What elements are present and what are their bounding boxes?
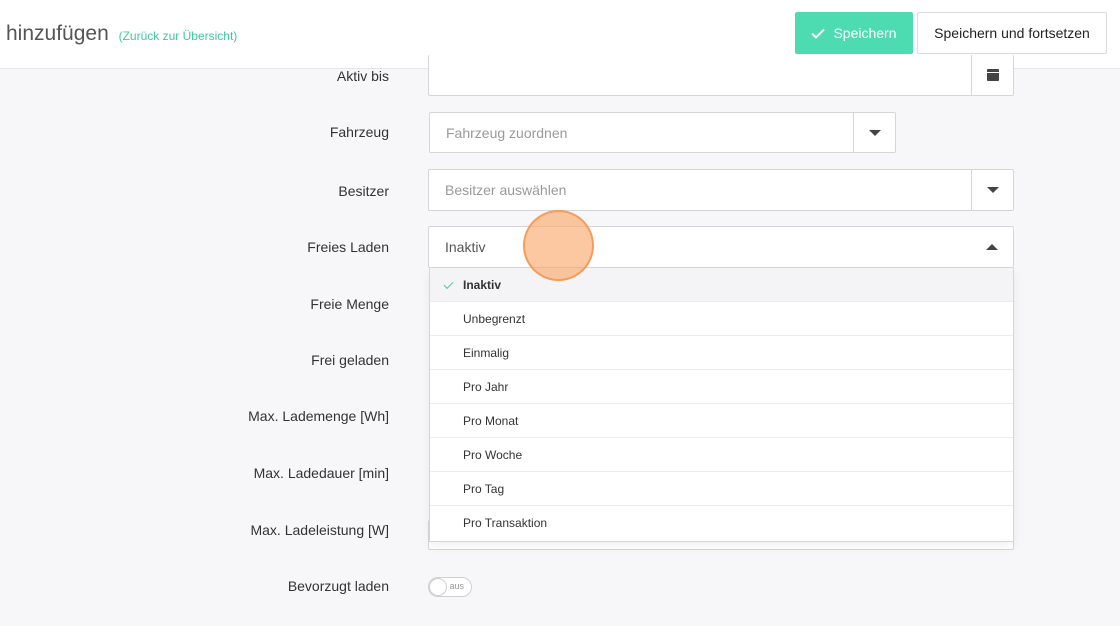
calendar-button[interactable] [971,55,1013,95]
bevorzugt-laden-label: Bevorzugt laden [287,578,389,594]
click-indicator [523,210,594,281]
option-pro-jahr[interactable]: Pro Jahr [430,370,1013,404]
aktiv-bis-input[interactable] [428,55,1014,96]
fahrzeug-dropdown-toggle[interactable] [853,113,895,152]
aktiv-bis-label: Aktiv bis [336,68,389,84]
page-title: hinzufügen (Zurück zur Übersicht) [6,22,237,46]
option-inaktiv[interactable]: Inaktiv [430,268,1013,302]
max-ladeleistung-label: Max. Ladeleistung [W] [250,522,389,538]
calendar-icon [986,69,999,81]
save-button[interactable]: Speichern [795,12,913,54]
check-icon [811,28,826,39]
chevron-up-icon [986,244,998,250]
freies-laden-value: Inaktiv [445,239,486,255]
freies-laden-options-menu: Inaktiv Unbegrenzt Einmalig Pro Jahr Pro… [429,268,1014,542]
frei-geladen-label: Frei geladen [311,352,389,368]
back-to-overview-link[interactable]: (Zurück zur Übersicht) [119,29,238,43]
fahrzeug-select[interactable]: Fahrzeug zuordnen [429,112,896,153]
max-lademenge-label: Max. Lademenge [Wh] [248,408,389,424]
fahrzeug-label: Fahrzeug [329,124,389,140]
save-and-continue-button[interactable]: Speichern und fortsetzen [917,12,1107,54]
besitzer-dropdown-toggle[interactable] [971,170,1013,210]
option-unbegrenzt[interactable]: Unbegrenzt [430,302,1013,336]
option-pro-woche[interactable]: Pro Woche [430,438,1013,472]
besitzer-label: Besitzer [338,183,389,199]
option-pro-transaktion[interactable]: Pro Transaktion [430,506,1013,540]
fahrzeug-placeholder: Fahrzeug zuordnen [446,124,568,141]
check-icon [443,278,454,289]
option-pro-tag[interactable]: Pro Tag [430,472,1013,506]
bevorzugt-laden-toggle[interactable]: aus [428,577,472,597]
page-title-text: hinzufügen [6,22,109,45]
save-button-label: Speichern [833,25,897,41]
option-einmalig[interactable]: Einmalig [430,336,1013,370]
freie-menge-label: Freie Menge [310,296,389,312]
chevron-down-icon [986,187,999,193]
chevron-down-icon [868,129,881,136]
max-ladedauer-label: Max. Ladedauer [min] [253,465,389,481]
toggle-knob [430,579,446,595]
freies-laden-label: Freies Laden [307,239,389,255]
freies-laden-select[interactable]: Inaktiv [428,226,1014,268]
freies-laden-dropdown-toggle[interactable] [971,227,1013,267]
option-pro-monat[interactable]: Pro Monat [430,404,1013,438]
besitzer-placeholder: Besitzer auswählen [445,182,567,198]
toggle-state-label: aus [449,581,464,591]
besitzer-select[interactable]: Besitzer auswählen [428,169,1014,211]
